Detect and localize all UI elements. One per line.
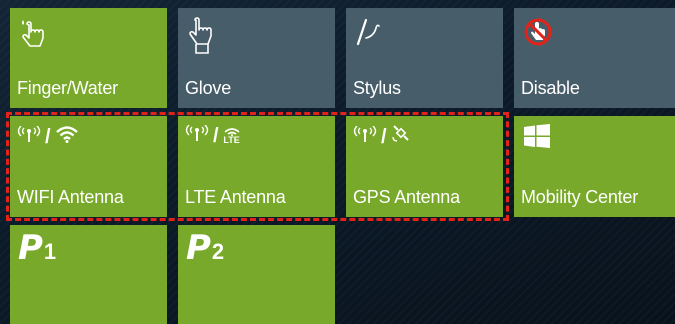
stylus-icon bbox=[354, 16, 386, 51]
touch-glove-icon bbox=[186, 16, 216, 61]
touch-mode-panel: Finger/Water Glove Stylus Disable / WIFI… bbox=[0, 0, 675, 324]
wifi-icon bbox=[55, 125, 79, 148]
programmable-key-number: 2 bbox=[211, 239, 225, 264]
touch-finger-water-icon bbox=[18, 16, 46, 57]
disable-tile[interactable]: Disable bbox=[514, 8, 675, 108]
gps-antenna-icon-group: / bbox=[353, 125, 411, 148]
touch-disabled-icon bbox=[522, 16, 554, 53]
programmable-key-icon: P 2 bbox=[186, 228, 225, 268]
finger-water-tile[interactable]: Finger/Water bbox=[10, 8, 167, 108]
separator: / bbox=[213, 124, 219, 147]
glove-label: Glove bbox=[185, 78, 232, 98]
lte-icon: LTE bbox=[223, 127, 241, 145]
gps-antenna-tile[interactable]: / GPS Antenna bbox=[346, 116, 503, 217]
stylus-tile[interactable]: Stylus bbox=[346, 8, 503, 108]
programmable-key-2-tile[interactable]: P 2 bbox=[178, 225, 335, 324]
separator: / bbox=[45, 125, 51, 148]
disable-label: Disable bbox=[521, 78, 580, 98]
glove-tile[interactable]: Glove bbox=[178, 8, 335, 108]
lte-badge: LTE bbox=[223, 134, 240, 145]
programmable-key-number: 1 bbox=[43, 239, 57, 264]
wifi-antenna-tile[interactable]: / WIFI Antenna bbox=[10, 116, 167, 217]
antenna-icon bbox=[17, 125, 41, 147]
gps-antenna-label: GPS Antenna bbox=[353, 187, 460, 207]
antenna-icon bbox=[185, 124, 209, 146]
lte-antenna-icon-group: / LTE bbox=[185, 124, 241, 147]
lte-antenna-tile[interactable]: / LTE LTE Antenna bbox=[178, 116, 335, 217]
wifi-antenna-icon-group: / bbox=[17, 125, 79, 148]
gps-satellite-icon bbox=[391, 125, 411, 148]
separator: / bbox=[381, 125, 387, 148]
wifi-antenna-label: WIFI Antenna bbox=[17, 187, 124, 207]
mobility-center-tile[interactable]: Mobility Center bbox=[514, 116, 675, 217]
lte-antenna-label: LTE Antenna bbox=[185, 187, 286, 207]
antenna-icon bbox=[353, 125, 377, 147]
mobility-center-label: Mobility Center bbox=[521, 187, 639, 207]
windows-logo-icon bbox=[524, 124, 550, 153]
programmable-key-icon: P 1 bbox=[18, 228, 57, 268]
finger-water-label: Finger/Water bbox=[17, 78, 118, 98]
programmable-key-1-tile[interactable]: P 1 bbox=[10, 225, 167, 324]
stylus-label: Stylus bbox=[353, 78, 401, 98]
